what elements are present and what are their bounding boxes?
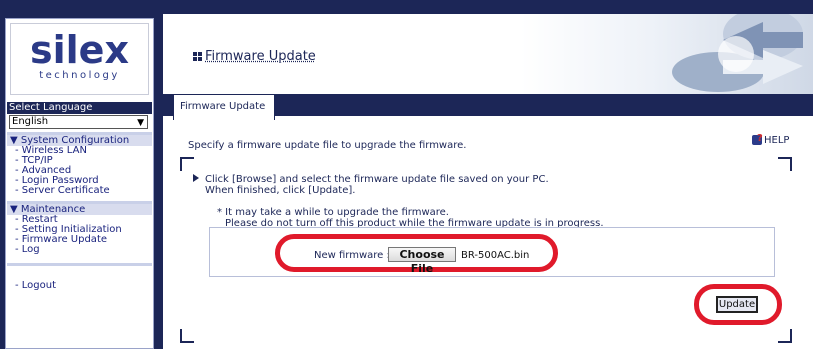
frame-corner	[180, 329, 194, 343]
help-icon	[752, 133, 763, 145]
firmware-file-box: New firmware : Choose File BR-500AC.bin	[209, 227, 775, 277]
select-language-label: Select Language	[7, 102, 152, 114]
chevron-down-icon: ▼	[137, 118, 144, 128]
logo-main-text: silex	[30, 28, 129, 72]
instruction-text: Click [Browse] and select the firmware u…	[193, 174, 549, 196]
menu-separator	[7, 263, 152, 266]
selected-file-name: BR-500AC.bin	[461, 250, 530, 261]
instruction-line-2: When finished, click [Update].	[205, 185, 356, 196]
menu-item-server-certificate[interactable]: - Server Certificate	[15, 186, 110, 196]
language-selected-value: English	[12, 116, 49, 127]
instruction-line-1: Click [Browse] and select the firmware u…	[205, 174, 549, 185]
tab-bar: Firmware Update	[163, 94, 813, 120]
sidebar: silex technology Select Language English…	[5, 18, 154, 349]
header-banner: Firmware Update	[163, 14, 813, 94]
new-firmware-label: New firmware :	[314, 250, 390, 261]
page-title-text: Firmware Update	[205, 49, 316, 64]
choose-file-button[interactable]: Choose File	[388, 247, 456, 275]
silex-logo: silex technology	[10, 23, 149, 95]
tab-firmware-update[interactable]: Firmware Update	[173, 94, 275, 120]
update-button[interactable]: Update	[716, 296, 758, 313]
play-triangle-icon	[193, 174, 199, 182]
menu-item-log[interactable]: - Log	[15, 245, 40, 255]
frame-corner	[778, 157, 792, 171]
language-select[interactable]: English ▼	[9, 115, 148, 129]
firmware-note: * It may take a while to upgrade the fir…	[217, 207, 604, 229]
help-link[interactable]: HELP	[752, 133, 790, 146]
page-description: Specify a firmware update file to upgrad…	[188, 140, 467, 151]
title-bullet-icon	[193, 52, 202, 61]
help-label: HELP	[764, 135, 790, 146]
frame-corner	[180, 157, 194, 171]
note-line-1: * It may take a while to upgrade the fir…	[217, 207, 449, 218]
firmware-file-highlight: New firmware : Choose File BR-500AC.bin	[275, 234, 558, 275]
page-title: Firmware Update	[193, 49, 316, 64]
frame-corner	[778, 329, 792, 343]
menu-item-logout[interactable]: - Logout	[15, 281, 56, 291]
